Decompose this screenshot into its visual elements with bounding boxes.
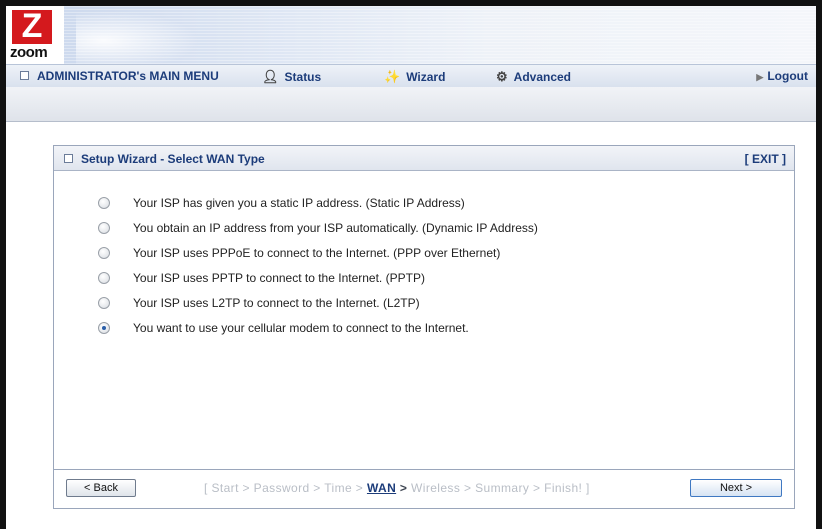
logo-text: zoom [10, 44, 48, 61]
wan-option-label: Your ISP uses PPTP to connect to the Int… [133, 271, 425, 285]
steps-after: Wireless > Summary > Finish! ] [411, 481, 590, 495]
zoom-logo: Z zoom [6, 6, 64, 64]
wan-option-label: Your ISP has given you a static IP addre… [133, 196, 465, 210]
back-button[interactable]: < Back [66, 479, 136, 497]
square-bullet-icon [64, 154, 73, 163]
square-bullet-icon [20, 71, 29, 80]
menu-item-advanced[interactable]: ⚙ Advanced [496, 69, 571, 85]
menu-item-advanced-label: Advanced [513, 70, 572, 84]
wizard-title: Setup Wizard - Select WAN Type [64, 152, 265, 166]
toolbox-icon: ⚙ [496, 69, 508, 84]
admin-main-menu-label: ADMINISTRATOR's MAIN MENU [37, 69, 219, 83]
person-icon: 👤︎ [262, 69, 279, 84]
exit-link[interactable]: [ EXIT ] [745, 152, 786, 166]
wizard-panel: Setup Wizard - Select WAN Type [ EXIT ] … [53, 145, 795, 509]
wizard-steps-breadcrumb: [ Start > Password > Time > WAN > Wirele… [204, 481, 590, 495]
wan-option-label: Your ISP uses PPPoE to connect to the In… [133, 246, 501, 260]
wan-option-label: You obtain an IP address from your ISP a… [133, 221, 538, 235]
wan-option-label: Your ISP uses L2TP to connect to the Int… [133, 296, 420, 310]
menu-item-status[interactable]: 👤︎ Status [262, 69, 321, 85]
admin-main-menu-link[interactable]: ADMINISTRATOR's MAIN MENU [20, 69, 219, 83]
radio-cellular[interactable] [98, 322, 110, 334]
steps-separator: > [396, 481, 412, 495]
sub-toolbar [6, 87, 816, 122]
wizard-panel-header: Setup Wizard - Select WAN Type [ EXIT ] [54, 146, 794, 171]
radio-static[interactable] [98, 197, 110, 209]
logo-mark: Z [12, 7, 52, 45]
menu-item-status-label: Status [284, 70, 322, 84]
wand-icon: ✨ [384, 69, 401, 84]
wan-option-label: You want to use your cellular modem to c… [133, 321, 469, 335]
steps-before: [ Start > Password > Time > [204, 481, 367, 495]
logout-link[interactable]: ▶ Logout [756, 69, 808, 83]
main-menu-bar: ADMINISTRATOR's MAIN MENU 👤︎ Status ✨ Wiza… [6, 64, 816, 88]
wizard-title-text: Setup Wizard - Select WAN Type [81, 152, 265, 166]
wizard-footer: < Back [ Start > Password > Time > WAN >… [54, 469, 794, 508]
radio-l2tp[interactable] [98, 297, 110, 309]
radio-pptp[interactable] [98, 272, 110, 284]
logo-letter: Z [21, 7, 43, 45]
menu-item-wizard[interactable]: ✨ Wizard [384, 69, 445, 85]
logout-label: Logout [767, 69, 808, 83]
banner-decoration [76, 6, 216, 64]
triangle-right-icon: ▶ [756, 72, 764, 82]
menu-item-wizard-label: Wizard [406, 70, 446, 84]
header-banner [6, 6, 816, 64]
next-button[interactable]: Next > [690, 479, 782, 497]
current-step: WAN [366, 481, 397, 495]
radio-dynamic[interactable] [98, 222, 110, 234]
radio-pppoe[interactable] [98, 247, 110, 259]
